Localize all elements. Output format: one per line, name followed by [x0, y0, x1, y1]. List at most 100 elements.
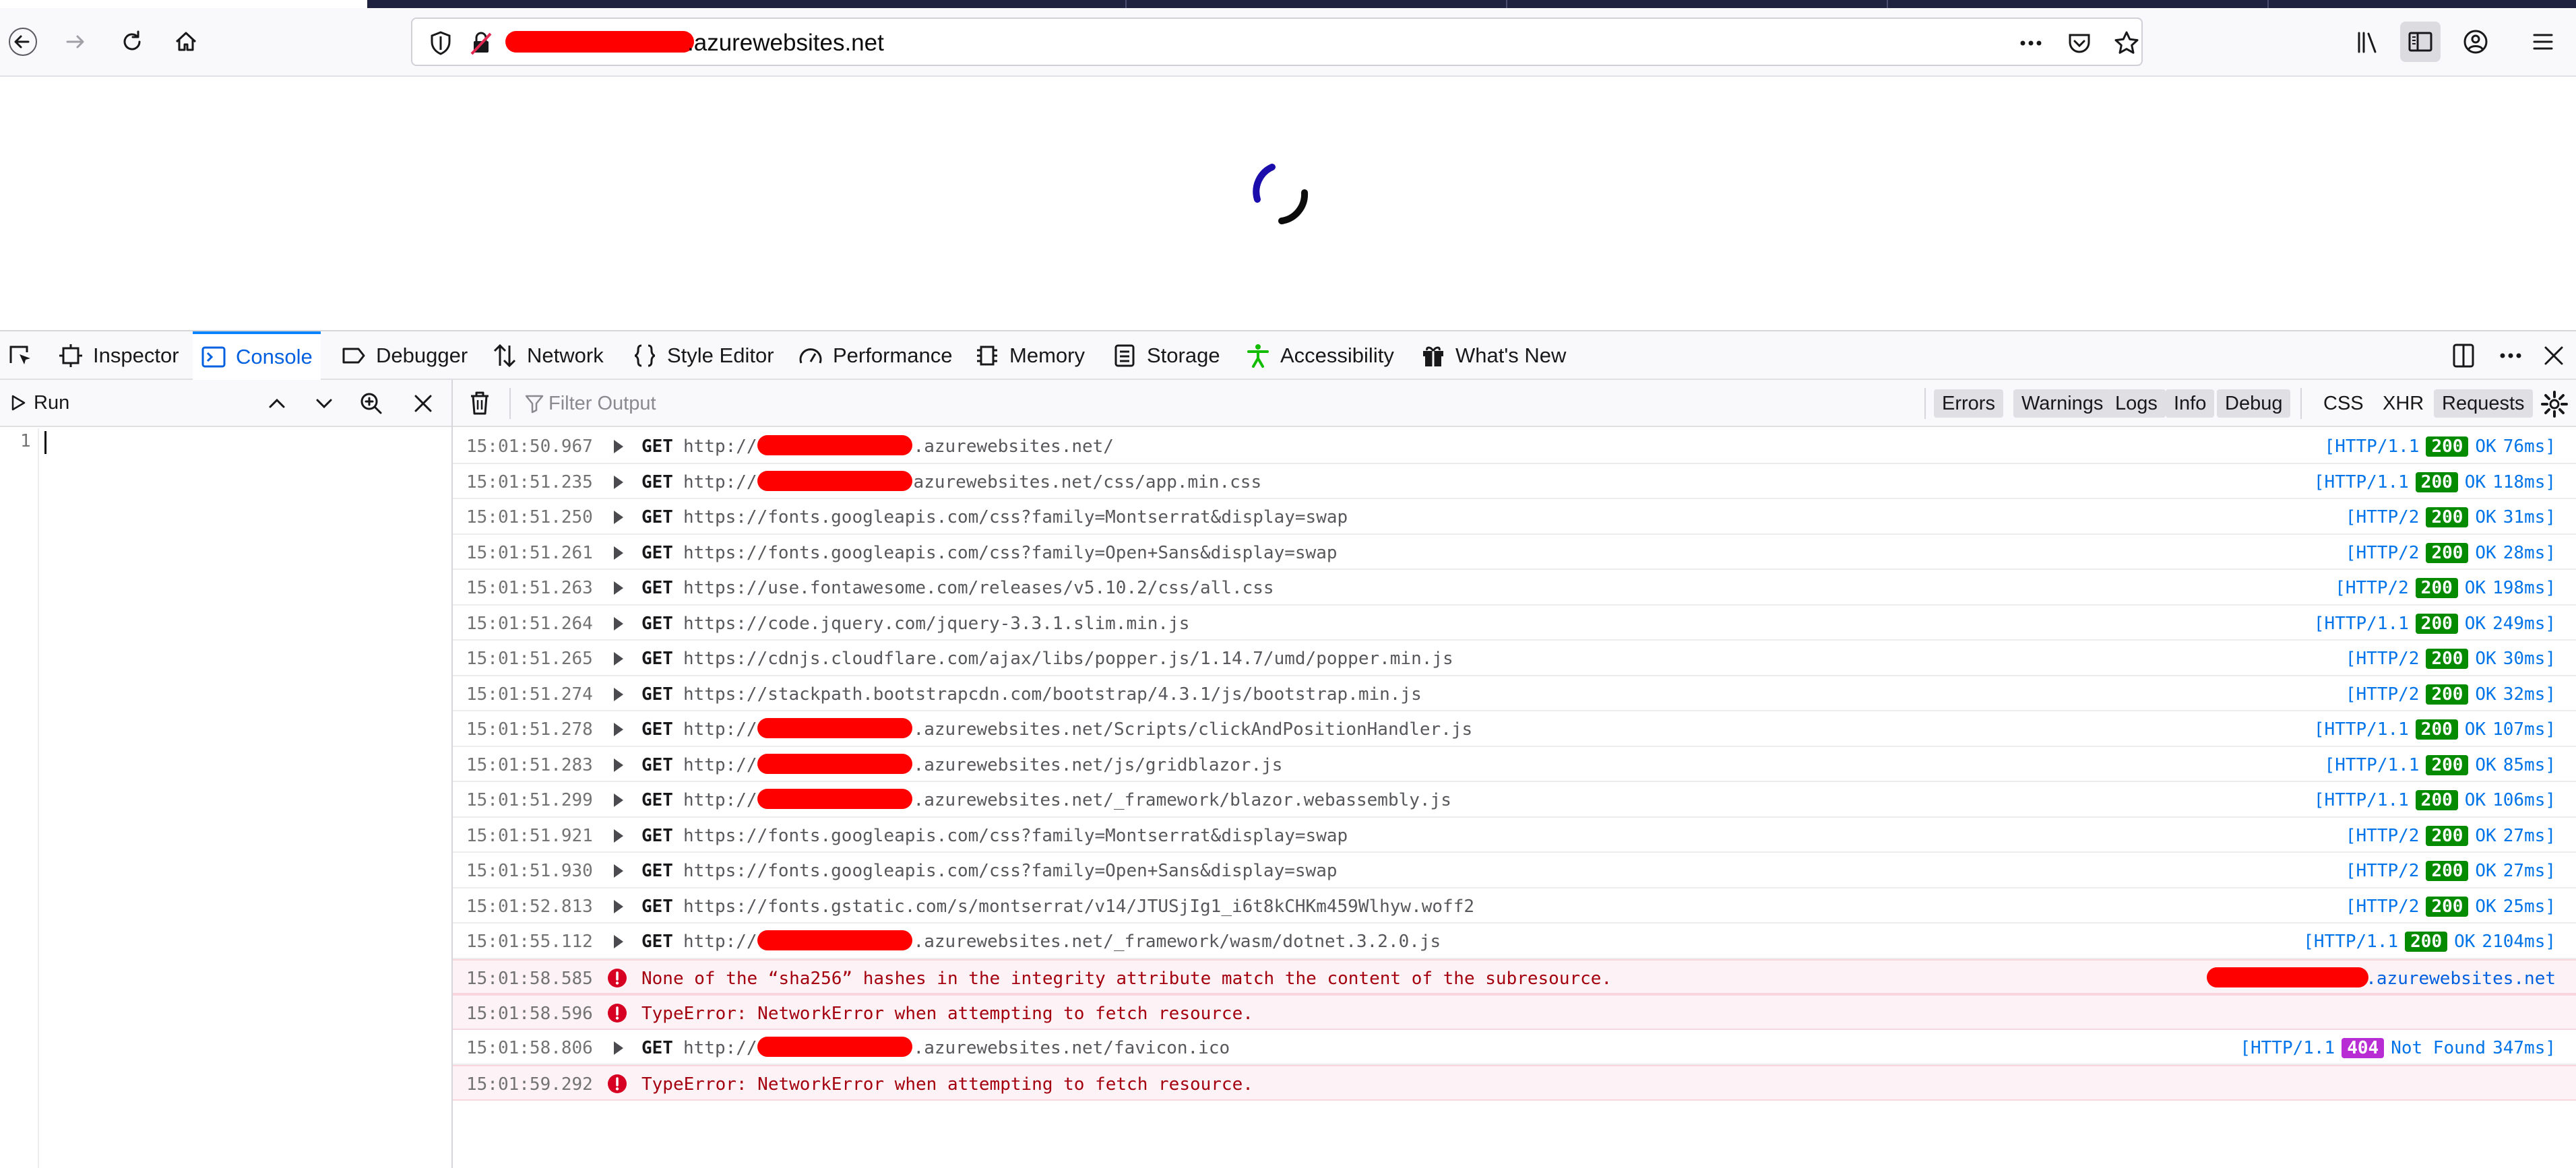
forward-button[interactable] [55, 22, 96, 62]
history-next-button[interactable] [309, 388, 340, 419]
request-url[interactable]: https://stackpath.bootstrapcdn.com/boots… [683, 684, 1422, 705]
tab-debugger[interactable]: Debugger [333, 331, 476, 380]
text-caret[interactable] [44, 431, 46, 454]
expand-arrow-icon[interactable] [609, 686, 627, 703]
request-url[interactable]: .azurewebsites.net/_framework/wasm/dotne… [914, 932, 1441, 952]
network-request-row[interactable]: 15:01:51.299 GET http:// .azurewebsites.net… [453, 782, 2576, 818]
request-url[interactable]: https://use.fontawesome.com/releases/v5.… [683, 578, 1274, 598]
expand-arrow-icon[interactable] [609, 1039, 627, 1057]
network-request-row[interactable]: 15:01:51.263 GET https://use.fontawesome.c… [453, 570, 2576, 606]
devtools-menu-button[interactable] [2494, 339, 2527, 372]
filter-requests-button[interactable]: Requests [2434, 389, 2533, 418]
network-request-row[interactable]: 15:01:58.806 GET http:// .azurewebsites.net… [453, 1030, 2576, 1065]
bookmark-star-button[interactable] [2112, 28, 2141, 58]
insecure-lock-icon[interactable] [466, 28, 496, 58]
history-previous-button[interactable] [261, 388, 292, 419]
network-request-row[interactable]: 15:01:50.967 GET http:// .azurewebsites.net… [453, 428, 2576, 464]
expand-arrow-icon[interactable] [609, 862, 627, 880]
expand-arrow-icon[interactable] [609, 509, 627, 526]
message-source-link[interactable]: .azurewebsites.net [2366, 969, 2556, 989]
request-url[interactable]: https://fonts.googleapis.com/css?family=… [683, 543, 1338, 563]
filter-output-input[interactable] [548, 388, 1088, 419]
element-picker-button[interactable] [0, 331, 42, 380]
request-url[interactable]: https://fonts.googleapis.com/css?family=… [683, 861, 1338, 881]
tab-storage[interactable]: Storage [1104, 331, 1228, 380]
network-request-row[interactable]: 15:01:51.264 GET https://code.jquery.com/j… [453, 606, 2576, 641]
pocket-button[interactable] [2065, 28, 2094, 58]
tab-network[interactable]: Network [484, 331, 612, 380]
home-button[interactable] [166, 22, 206, 62]
shield-icon[interactable] [426, 28, 455, 58]
network-request-row[interactable]: 15:01:52.813 GET https://fonts.gstatic.com… [453, 888, 2576, 923]
tab-style-editor[interactable]: Style Editor [624, 331, 782, 380]
filter-xhr-button[interactable]: XHR [2375, 389, 2432, 418]
sidebar-button[interactable] [2400, 22, 2441, 62]
tab-console[interactable]: Console [193, 331, 321, 380]
network-request-row[interactable]: 15:01:51.261 GET https://fonts.googleapis.… [453, 535, 2576, 570]
library-button[interactable] [2348, 22, 2388, 62]
network-request-row[interactable]: 15:01:51.283 GET http:// .azurewebsites.net… [453, 747, 2576, 782]
tab-inspector[interactable]: Inspector [50, 331, 187, 380]
network-request-row[interactable]: 15:01:51.235 GET http:// azurewebsites.net/… [453, 464, 2576, 499]
tab-memory[interactable]: Memory [966, 331, 1093, 380]
reload-button[interactable] [112, 22, 152, 62]
url-bar[interactable]: .azurewebsites.net [411, 18, 2143, 66]
filter-css-button[interactable]: CSS [2315, 389, 2372, 418]
filter-errors-button[interactable]: Errors [1934, 389, 2003, 418]
filter-warnings-button[interactable]: Warnings [2013, 389, 2112, 418]
expand-arrow-icon[interactable] [609, 756, 627, 774]
request-url[interactable]: .azurewebsites.net/favicon.ico [914, 1038, 1230, 1058]
expand-arrow-icon[interactable] [609, 474, 627, 491]
network-request-row[interactable]: 15:01:51.278 GET http:// .azurewebsites.net… [453, 711, 2576, 747]
tab-whats-new[interactable]: What's New [1412, 331, 1574, 380]
network-request-row[interactable]: 15:01:51.930 GET https://fonts.googleapis.… [453, 853, 2576, 888]
console-error-row[interactable]: 15:01:59.292 TypeError: NetworkError when… [453, 1065, 2576, 1101]
request-url[interactable]: .azurewebsites.net/Scripts/clickAndPosit… [914, 719, 1473, 740]
console-error-row[interactable]: 15:01:58.585 None of the “sha256” hashes … [453, 959, 2576, 994]
reverse-search-button[interactable] [356, 388, 387, 419]
expand-arrow-icon[interactable] [609, 827, 627, 845]
network-request-row[interactable]: 15:01:55.112 GET http:// .azurewebsites.net… [453, 923, 2576, 959]
filter-info-button[interactable]: Info [2166, 389, 2215, 418]
gear-icon[interactable] [2540, 389, 2569, 419]
request-url[interactable]: https://cdnjs.cloudflare.com/ajax/libs/p… [683, 649, 1453, 669]
back-button[interactable] [3, 22, 43, 62]
tab-performance[interactable]: Performance [790, 331, 960, 380]
page-actions-button[interactable] [2016, 28, 2046, 58]
network-request-row[interactable]: 15:01:51.250 GET https://fonts.googleapis.… [453, 499, 2576, 535]
expand-arrow-icon[interactable] [609, 650, 627, 668]
menu-button[interactable] [2523, 22, 2563, 62]
trash-icon[interactable] [466, 389, 493, 416]
filter-logs-button[interactable]: Logs [2107, 389, 2166, 418]
expand-arrow-icon[interactable] [609, 438, 627, 455]
expand-arrow-icon[interactable] [609, 791, 627, 809]
message-timestamp: 15:01:59.292 [466, 1074, 593, 1095]
url-text[interactable]: .azurewebsites.net [687, 30, 884, 57]
close-devtools-button[interactable] [2538, 339, 2570, 372]
request-url[interactable]: https://fonts.googleapis.com/css?family=… [683, 826, 1348, 846]
close-editor-button[interactable] [408, 388, 439, 419]
console-error-row[interactable]: 15:01:58.596 TypeError: NetworkError when… [453, 994, 2576, 1030]
expand-arrow-icon[interactable] [609, 544, 627, 562]
network-request-row[interactable]: 15:01:51.921 GET https://fonts.googleapis.… [453, 818, 2576, 853]
account-button[interactable] [2455, 22, 2496, 62]
network-request-row[interactable]: 15:01:51.265 GET https://cdnjs.cloudflare.… [453, 641, 2576, 676]
expand-arrow-icon[interactable] [609, 579, 627, 597]
expand-arrow-icon[interactable] [609, 615, 627, 632]
request-url[interactable]: .azurewebsites.net/_framework/blazor.web… [914, 790, 1451, 810]
network-request-row[interactable]: 15:01:51.274 GET https://stackpath.bootstr… [453, 676, 2576, 711]
request-url[interactable]: https://code.jquery.com/jquery-3.3.1.sli… [683, 614, 1189, 634]
expand-arrow-icon[interactable] [609, 721, 627, 738]
request-url[interactable]: .azurewebsites.net/ [914, 436, 1114, 457]
dock-options-button[interactable] [2447, 339, 2480, 372]
expand-arrow-icon[interactable] [609, 898, 627, 915]
request-url[interactable]: .azurewebsites.net/js/gridblazor.js [914, 755, 1283, 775]
request-url[interactable]: https://fonts.googleapis.com/css?family=… [683, 507, 1348, 527]
tab-accessibility[interactable]: Accessibility [1237, 331, 1402, 380]
filter-debug-button[interactable]: Debug [2217, 389, 2291, 418]
status-code-badge: 200 [2426, 436, 2469, 457]
request-url[interactable]: azurewebsites.net/css/app.min.css [914, 472, 1262, 492]
expand-arrow-icon[interactable] [609, 933, 627, 950]
run-button[interactable]: Run [9, 389, 69, 416]
request-url[interactable]: https://fonts.gstatic.com/s/montserrat/v… [683, 897, 1474, 917]
